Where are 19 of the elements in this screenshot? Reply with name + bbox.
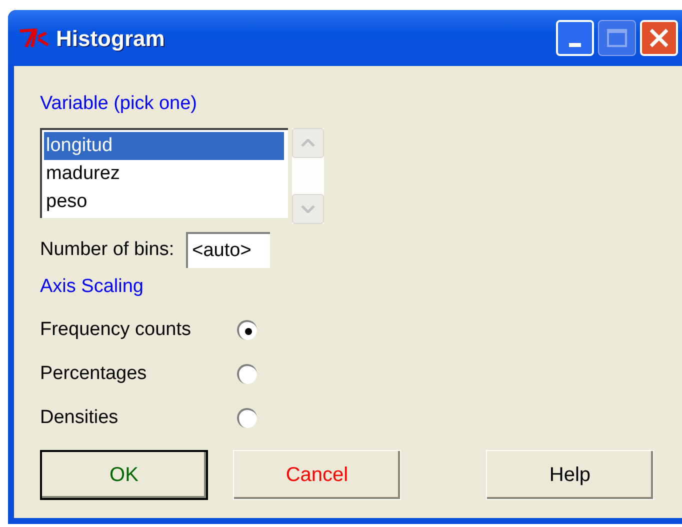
bins-field[interactable]: <auto> [186, 232, 270, 268]
window-title: Histogram [56, 24, 165, 53]
bins-label: Number of bins: [40, 238, 174, 262]
list-item[interactable]: longitud [44, 132, 284, 160]
list-item[interactable]: madurez [44, 160, 284, 188]
section-heading: Axis Scaling [40, 275, 144, 299]
minimize-button[interactable] [556, 20, 594, 56]
close-button[interactable] [640, 20, 678, 56]
radio-button[interactable] [237, 364, 257, 384]
option-label: Percentages [40, 362, 148, 386]
option-label: Densities [40, 406, 120, 430]
section-heading: Variable (pick one) [40, 92, 198, 116]
close-icon [648, 27, 670, 49]
radio-button[interactable] [237, 408, 257, 428]
option-label: Frequency counts [40, 318, 192, 342]
list-item[interactable]: peso [44, 188, 284, 216]
dialog-button[interactable]: Help [486, 450, 654, 500]
radio-button[interactable] [237, 320, 257, 340]
dialog-button[interactable]: OK [40, 450, 208, 500]
